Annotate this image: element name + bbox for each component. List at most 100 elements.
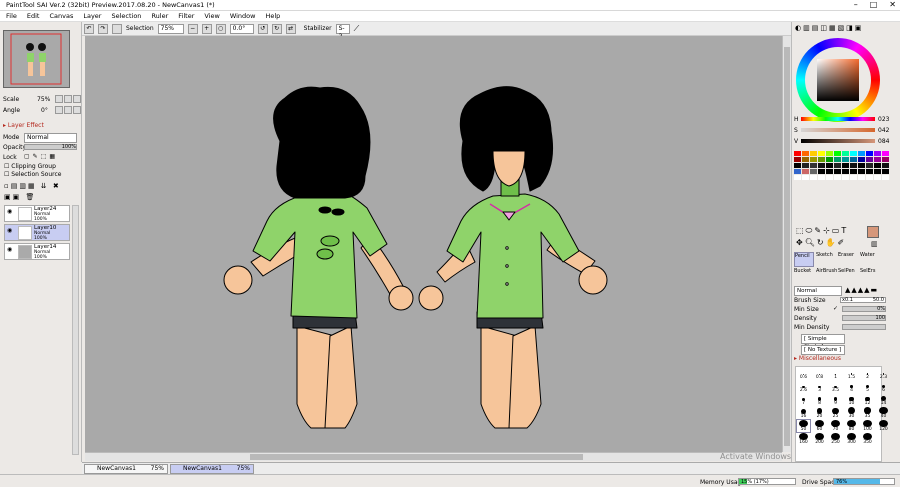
menu-help[interactable]: Help [265,12,280,20]
layer-buttons-row2[interactable]: ▣▣ 🗑︎ [4,193,36,201]
zoom-out-icon[interactable]: − [187,23,198,34]
menu-filter[interactable]: Filter [178,12,194,20]
layer-buttons-row1[interactable]: ▫▤▥▦ ⇊ ✖ [4,182,61,190]
lock-icons[interactable]: ▢✎⬚▦ [24,153,58,160]
zoom-in-icon[interactable]: + [201,23,212,34]
close-button[interactable]: ✕ [889,0,896,10]
brush-size-cell[interactable]: 120 [877,420,890,432]
tool-airbrush[interactable]: AirBrush [816,268,837,281]
brush-size-cell[interactable]: 80 [845,420,858,432]
brush-size-cell[interactable]: 50 [796,419,811,433]
selection-toggle[interactable] [112,23,122,34]
minimize-button[interactable]: – [854,0,858,10]
canvas-area[interactable] [85,36,782,452]
brush-size-cells[interactable]: 0.6 0.8 1 1.5 2 2.3 2.6 3 3.5 4 5 6 7 8 9 10 12 14 16 20 25 3… [796,368,888,445]
brush-size-cell[interactable]: 2 [861,368,874,380]
visibility-eye-icon[interactable]: ◉ [7,227,12,234]
current-color-swatch[interactable] [867,226,879,238]
view-tools-row[interactable]: ✥🔍︎↻✋✐ [796,238,846,247]
visibility-eye-icon[interactable]: ◉ [7,208,12,215]
brush-size-cell[interactable]: 9 [829,394,842,406]
scale-plus-icon[interactable] [64,95,72,103]
brush-size-cell[interactable]: 100 [861,420,874,432]
layer-item-layer24[interactable]: ◉ Layer24 Normal 100% [4,205,70,222]
horizontal-scrollbar[interactable] [85,452,782,461]
brush-size-grid[interactable]: 0.6 0.8 1 1.5 2 2.3 2.6 3 3.5 4 5 6 7 8 9 10 12 14 16 20 25 3… [795,366,888,462]
menu-window[interactable]: Window [230,12,256,20]
color-wheel[interactable] [796,38,880,122]
brush-size-cell[interactable]: 250 [829,433,842,445]
layer-item-layer14[interactable]: ◉ Layer14 Normal 100% [4,243,70,260]
brush-size-cell[interactable]: 20 [813,407,826,419]
zoom-reset-icon[interactable]: ○ [215,23,226,34]
opacity-slider[interactable]: 100% [24,144,77,150]
brush-size-cell[interactable]: 70 [829,420,842,432]
redo-icon[interactable]: ↷ [98,23,108,34]
color-mode-tabs[interactable]: ◐▥▤◫▦▧◨▣ [795,24,863,32]
angle-plus-icon[interactable] [64,106,72,114]
brush-edge-icons[interactable]: ▲▲▲▲▬ [845,286,878,294]
brush-size-cell[interactable]: 16 [797,407,810,419]
selection-source-checkbox[interactable]: ☐ Selection Source [4,171,61,178]
rotate-left-icon[interactable]: ↺ [257,23,268,34]
brush-size-cell[interactable]: 1.5 [845,368,858,380]
stabilizer-select[interactable]: S-2 [335,23,350,40]
brush-size-cell[interactable]: 2.6 [797,381,810,393]
min-size-slider[interactable]: 0% [842,306,886,312]
canvas-tab-2[interactable]: NewCanvas1 75% [170,464,254,474]
straight-line-icon[interactable]: ⟋ [354,24,360,34]
menu-view[interactable]: View [204,12,219,20]
brush-size-cell[interactable]: 1 [829,368,842,380]
brush-size-cell[interactable]: 6 [877,381,890,393]
vertical-scrollbar[interactable] [782,36,791,452]
angle-field[interactable]: 0.0° [229,23,254,34]
canvas-tab-1[interactable]: NewCanvas1 75% [84,464,168,474]
hue-slider[interactable] [801,117,875,121]
brush-size-cell[interactable]: 3.5 [829,381,842,393]
undo-icon[interactable]: ↶ [84,23,94,34]
min-density-slider[interactable] [842,324,886,330]
scale-minus-icon[interactable] [55,95,63,103]
layer-item-layer10[interactable]: ◉ Layer10 Normal 100% [4,224,70,241]
tool-bucket[interactable]: Bucket [794,268,814,281]
brush-size-cell[interactable]: 8 [813,394,826,406]
brush-size-cell[interactable]: 40 [877,407,890,419]
brush-blend-select[interactable]: Normal [794,286,842,296]
blend-mode-select[interactable]: Normal [24,133,77,143]
saturation-slider[interactable] [801,128,875,132]
value-slider[interactable] [801,139,875,143]
density-slider[interactable]: 100 [842,315,886,321]
swatch-palette[interactable] [794,151,889,195]
tool-selpen[interactable]: SelPen [838,268,858,281]
miscellaneous-header[interactable]: ▸ Miscellaneous [794,355,841,362]
maximize-button[interactable]: □ [870,0,878,10]
menu-ruler[interactable]: Ruler [151,12,168,20]
brush-size-cell[interactable]: 200 [813,433,826,445]
brush-size-cell[interactable]: 12 [861,394,874,406]
tool-water[interactable]: Water [860,252,880,267]
layer-effect-header[interactable]: ▸ Layer Effect [3,122,44,129]
brush-size-cell[interactable]: 300 [845,433,858,445]
zoom-field[interactable]: 75% [157,23,184,34]
tool-pencil[interactable]: Pencil [794,252,814,267]
menu-canvas[interactable]: Canvas [49,12,73,20]
brush-size-cell[interactable]: 3 [813,381,826,393]
brush-size-cell[interactable]: 14 [877,394,890,406]
brush-size-cell[interactable]: 30 [845,407,858,419]
brush-size-cell[interactable]: 4 [845,381,858,393]
brush-size-cell[interactable]: 160 [797,433,810,445]
tool-sketch[interactable]: Sketch [816,252,836,267]
rotate-right-icon[interactable]: ↻ [271,23,282,34]
transparent-color-icon[interactable]: ▥ [871,240,878,248]
brush-size-cell[interactable]: 35 [861,407,874,419]
tool-eraser[interactable]: Eraser [838,252,858,267]
brush-shape-select[interactable]: [ Simple Circle ] [801,334,845,350]
angle-minus-icon[interactable] [55,106,63,114]
brush-size-cell[interactable]: 5 [861,381,874,393]
menu-layer[interactable]: Layer [83,12,101,20]
brush-size-cell[interactable]: 0.6 [797,368,810,380]
flip-icon[interactable]: ⇄ [285,23,296,34]
brush-size-slider[interactable]: x0.1 50.0 [840,297,886,303]
selection-tools-row[interactable]: ⬚⬭✎⊹▭T [796,226,848,236]
tool-selers[interactable]: SelErs [860,268,880,281]
